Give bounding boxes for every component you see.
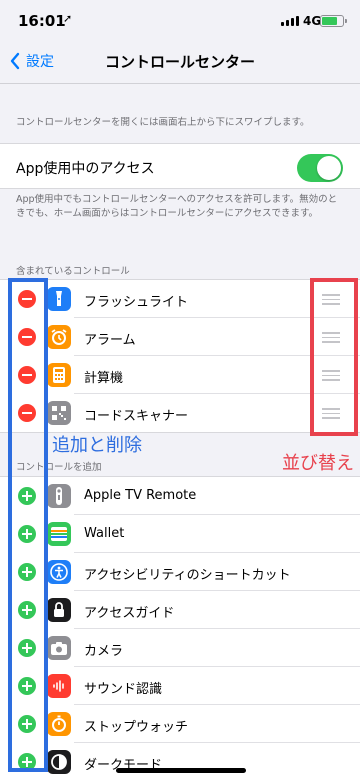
dark-mode-icon [47, 750, 71, 774]
qr-code-icon [47, 401, 71, 425]
status-time: 16:01 [18, 12, 66, 30]
add-remove-annotation: 追加と削除 [52, 435, 142, 456]
control-label: コードスキャナー [84, 409, 189, 424]
control-label: フラッシュライト [84, 295, 189, 310]
home-indicator [116, 768, 246, 773]
control-label: アラーム [84, 333, 136, 348]
tv-remote-icon [47, 484, 71, 508]
reorder-annotation: 並び替え [282, 453, 354, 474]
sound-recognition-icon [47, 674, 71, 698]
battery-icon [320, 15, 344, 27]
control-row: アラーム [0, 318, 360, 356]
status-bar: 16:01 ➚ 4G [0, 0, 360, 38]
add-remove-highlight [8, 278, 48, 772]
control-row: アクセシビリティのショートカット [0, 553, 360, 591]
camera-icon [47, 636, 71, 660]
page-title: コントロールセンター [104, 53, 255, 71]
control-row: Wallet [0, 515, 360, 553]
cellular-signal-icon [281, 16, 299, 26]
toggle-knob [317, 156, 341, 180]
access-label: App使用中のアクセス [16, 161, 155, 177]
control-row: コードスキャナー [0, 394, 360, 432]
flashlight-icon [47, 287, 71, 311]
intro-note: コントロールセンターを開くには画面右上から下にスワイプします。 [16, 117, 310, 128]
network-type: 4G [303, 14, 322, 28]
wallet-icon [47, 522, 71, 546]
included-list: フラッシュライト アラーム計算機コードスキャナー [0, 279, 360, 433]
included-header: 含まれているコントロール [16, 266, 130, 277]
control-label: 計算機 [84, 371, 124, 386]
access-toggle[interactable] [297, 154, 343, 182]
control-label: サウンド認識 [84, 682, 163, 697]
control-row: サウンド認識 [0, 667, 360, 705]
control-row: カメラ [0, 629, 360, 667]
control-label: Apple TV Remote [84, 488, 197, 503]
stopwatch-icon [47, 712, 71, 736]
accessibility-icon [47, 560, 71, 584]
control-label: アクセシビリティのショートカット [84, 568, 291, 583]
control-row: ストップウォッチ [0, 705, 360, 743]
control-row: アクセスガイド [0, 591, 360, 629]
navigation-bar: 設定 コントロールセンター [0, 38, 360, 84]
access-group: App使用中のアクセス [0, 143, 360, 189]
alarm-clock-icon [47, 325, 71, 349]
more-list: Apple TV Remote Wallet アクセシビリティのショートカット アクセ… [0, 476, 360, 779]
control-label: Wallet [84, 526, 125, 541]
control-label: アクセスガイド [84, 606, 175, 621]
location-arrow-icon: ➚ [63, 12, 73, 25]
lock-icon [47, 598, 71, 622]
reorder-highlight [310, 278, 358, 436]
control-row: 計算機 [0, 356, 360, 394]
control-label: カメラ [84, 644, 124, 659]
control-row: Apple TV Remote [0, 477, 360, 515]
calculator-icon [47, 363, 71, 387]
control-label: ストップウォッチ [84, 720, 189, 735]
control-row: フラッシュライト [0, 280, 360, 318]
control-row: ダークモード [0, 743, 360, 779]
access-note: App使用中でもコントロールセンターへのアクセスを許可します。無効のときでも、ホ… [16, 194, 338, 219]
